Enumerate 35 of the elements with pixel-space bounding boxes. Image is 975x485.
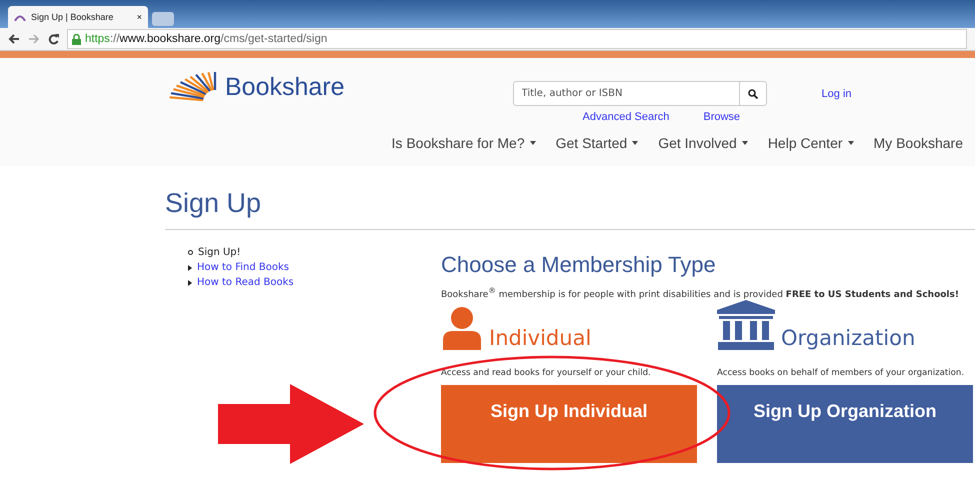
logo-icon [14, 14, 26, 20]
sidebar-link[interactable]: Sign Up! [198, 247, 241, 258]
sidebar-link[interactable]: How to Find Books [197, 262, 289, 273]
page-title: Sign Up [165, 188, 262, 219]
nav-menu-item[interactable]: Get Started [556, 135, 638, 151]
login-link[interactable]: Log in [822, 88, 852, 100]
person-icon [441, 306, 483, 350]
membership-type-title: Individual [489, 326, 592, 350]
search-link[interactable]: Browse [703, 111, 740, 123]
back-icon[interactable] [8, 34, 20, 44]
nav-menu-item[interactable]: My Bookshare [874, 135, 963, 151]
search-field[interactable]: Title, author or ISBN [512, 81, 740, 106]
nav-menu-item[interactable]: Is Bookshare for Me? [392, 135, 536, 151]
address-bar[interactable]: https://www.bookshare.org/cms/get-started/sign [67, 29, 967, 49]
tab-close-button[interactable]: × [136, 12, 142, 22]
membership-type-title: Organization [781, 326, 916, 350]
nav-menu-item[interactable]: Get Involved [658, 135, 748, 151]
section-title: Choose a Membership Type [441, 252, 717, 278]
lock-icon [72, 34, 81, 44]
membership-description: Access books on behalf of members of your organization. [717, 368, 966, 380]
browser-tab[interactable]: Sign Up | Bookshare × [8, 6, 148, 28]
search-button[interactable] [740, 81, 767, 106]
building-icon [717, 300, 775, 350]
sign-up-button[interactable]: Sign Up Organization [717, 385, 973, 464]
logo-text[interactable]: Bookshare [225, 72, 345, 102]
sidebar-link[interactable]: How to Read Books [197, 277, 294, 288]
search-link[interactable]: Advanced Search [582, 111, 670, 123]
tab-title: Sign Up | Bookshare [31, 12, 114, 22]
intro-text: Bookshare$^{®}$ membership is for people with print disabilities and is provided FREE to US Students and Schools! [441, 286, 960, 300]
search-icon [748, 88, 758, 98]
sign-up-button[interactable]: Sign Up Individual [441, 385, 697, 464]
membership-description: Access and read books for yourself or your child. [441, 368, 652, 380]
reload-icon[interactable] [48, 34, 59, 44]
url-text: https://www.bookshare.org/cms/get-started/sign [85, 33, 328, 45]
nav-menu-item[interactable]: Help Center [768, 135, 854, 151]
